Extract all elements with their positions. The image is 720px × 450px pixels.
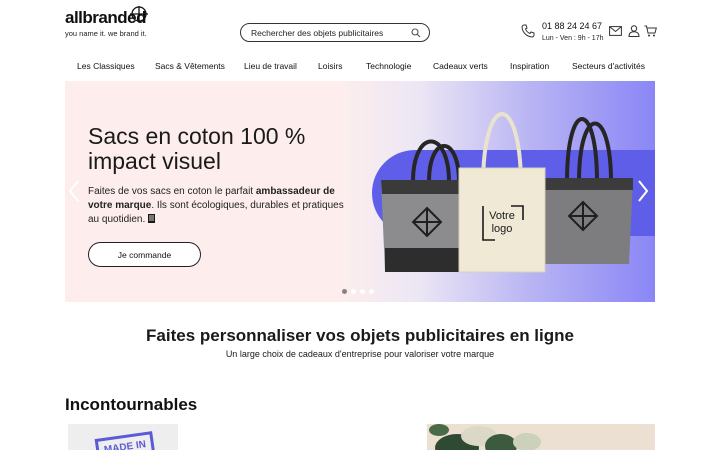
- product-card-made-in[interactable]: MADE IN: [68, 424, 178, 450]
- product-card-plant[interactable]: [427, 424, 655, 450]
- carousel-dot-3[interactable]: [360, 289, 365, 294]
- nav-item-inspiration[interactable]: Inspiration: [510, 61, 549, 71]
- document-icon: [148, 214, 156, 223]
- carousel-dot-1[interactable]: [342, 289, 347, 294]
- hero-text-part1: Faites de vos sacs en coton le parfait: [88, 186, 256, 197]
- made-in-badge: MADE IN: [94, 431, 156, 450]
- search-input[interactable]: Rechercher des objets publicitaires: [251, 28, 411, 38]
- nav-item-loisirs[interactable]: Loisirs: [318, 61, 343, 71]
- section-title: Faites personnaliser vos objets publicit…: [146, 326, 574, 345]
- hero-carousel: Votre logo Sacs en coton 100 % impact vi…: [65, 81, 655, 302]
- nav-item-sacs-vetements[interactable]: Sacs & Vêtements: [155, 61, 225, 71]
- nav-item-cadeaux-verts[interactable]: Cadeaux verts: [433, 61, 488, 71]
- nav-item-lieu-travail[interactable]: Lieu de travail: [244, 61, 297, 71]
- search-icon[interactable]: [411, 27, 421, 38]
- plant-image: [427, 424, 655, 450]
- mail-icon[interactable]: [609, 26, 622, 36]
- logo-tagline: you name it. we brand it.: [65, 29, 147, 38]
- hero-bags-image: Votre logo: [381, 112, 633, 273]
- main-nav: Les Classiques Sacs & Vêtements Lieu de …: [0, 61, 720, 73]
- bag-logo-line2: logo: [492, 223, 513, 235]
- hero-title-line2: impact visuel: [88, 148, 221, 174]
- nav-item-classiques[interactable]: Les Classiques: [77, 61, 135, 71]
- phone-hours: Lun - Ven : 9h - 17h: [542, 35, 604, 42]
- carousel-dots: [342, 289, 374, 294]
- hero-cta-button[interactable]: Je commande: [88, 242, 201, 267]
- section-subtitle: Un large choix de cadeaux d'entreprise p…: [225, 349, 495, 359]
- phone-number[interactable]: 01 88 24 24 67: [542, 21, 604, 31]
- search-bar[interactable]: Rechercher des objets publicitaires: [240, 23, 430, 42]
- hero-title-line1: Sacs en coton 100 %: [88, 123, 306, 149]
- carousel-prev-icon[interactable]: [68, 180, 80, 202]
- logo[interactable]: allbranded you name it. we brand it.: [65, 6, 148, 38]
- incontournables-heading: Incontournables: [65, 395, 198, 414]
- cart-icon[interactable]: [644, 25, 657, 37]
- nav-item-technologie[interactable]: Technologie: [366, 61, 411, 71]
- user-icon[interactable]: [628, 25, 640, 37]
- nav-item-secteurs[interactable]: Secteurs d'activités: [572, 61, 645, 71]
- bag-logo-line1: Votre: [489, 210, 515, 222]
- logo-mark-icon: [130, 6, 148, 22]
- hero-description: Faites de vos sacs en coton le parfait a…: [88, 185, 346, 227]
- phone-icon[interactable]: [521, 24, 535, 38]
- carousel-next-icon[interactable]: [637, 180, 649, 202]
- carousel-dot-4[interactable]: [369, 289, 374, 294]
- phone-contact[interactable]: 01 88 24 24 67 Lun - Ven : 9h - 17h: [542, 21, 604, 42]
- hero-title: Sacs en coton 100 % impact visuel: [88, 124, 348, 174]
- carousel-dot-2[interactable]: [351, 289, 356, 294]
